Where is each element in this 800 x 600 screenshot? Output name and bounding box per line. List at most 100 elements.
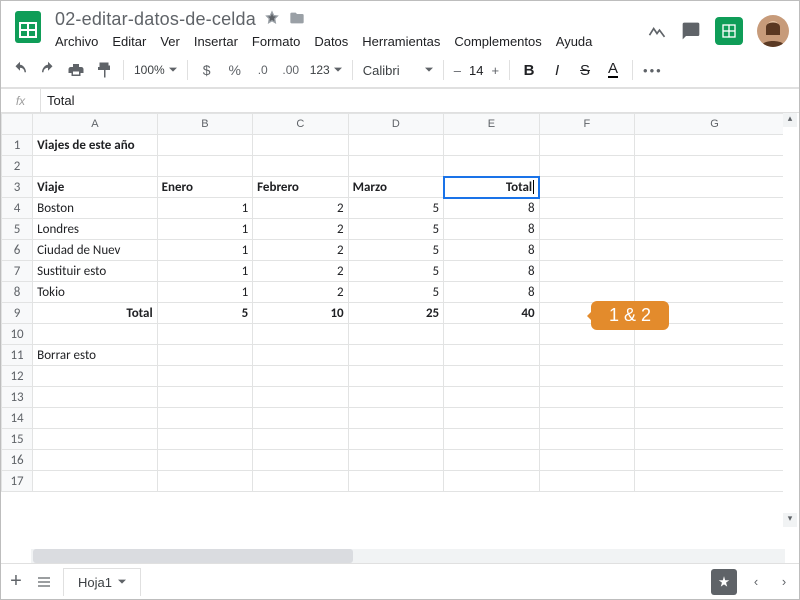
menu-formato[interactable]: Formato bbox=[252, 34, 300, 49]
menu-ayuda[interactable]: Ayuda bbox=[556, 34, 593, 49]
cell-C12[interactable] bbox=[253, 366, 348, 387]
row-header-13[interactable]: 13 bbox=[2, 387, 33, 408]
dec-decrease-icon[interactable]: .0 bbox=[254, 63, 272, 77]
paint-format-icon[interactable] bbox=[95, 61, 113, 79]
cell-F17[interactable] bbox=[539, 471, 634, 492]
cell-G6[interactable] bbox=[635, 240, 795, 261]
cell-A6[interactable]: Ciudad de Nuev bbox=[33, 240, 158, 261]
cell-B15[interactable] bbox=[157, 429, 252, 450]
cell-D3[interactable]: Marzo bbox=[348, 177, 443, 198]
cell-G3[interactable] bbox=[635, 177, 795, 198]
cell-E5[interactable]: 8 bbox=[444, 219, 539, 240]
cell-A11[interactable]: Borrar esto bbox=[33, 345, 158, 366]
cell-F14[interactable] bbox=[539, 408, 634, 429]
star-icon[interactable] bbox=[264, 10, 280, 29]
cell-D12[interactable] bbox=[348, 366, 443, 387]
cell-F15[interactable] bbox=[539, 429, 634, 450]
cell-C17[interactable] bbox=[253, 471, 348, 492]
row-header-15[interactable]: 15 bbox=[2, 429, 33, 450]
cell-F8[interactable] bbox=[539, 282, 634, 303]
cell-G5[interactable] bbox=[635, 219, 795, 240]
tab-scroll-left-icon[interactable]: ‹ bbox=[747, 574, 765, 589]
cell-A16[interactable] bbox=[33, 450, 158, 471]
cell-C3[interactable]: Febrero bbox=[253, 177, 348, 198]
italic-button[interactable]: I bbox=[548, 62, 566, 79]
cell-D14[interactable] bbox=[348, 408, 443, 429]
comments-icon[interactable] bbox=[681, 21, 701, 41]
row-header-2[interactable]: 2 bbox=[2, 156, 33, 177]
cell-D9[interactable]: 25 bbox=[348, 303, 443, 324]
menu-editar[interactable]: Editar bbox=[112, 34, 146, 49]
cell-D10[interactable] bbox=[348, 324, 443, 345]
number-format-select[interactable]: 123 bbox=[310, 63, 342, 77]
cell-G17[interactable] bbox=[635, 471, 795, 492]
row-header-4[interactable]: 4 bbox=[2, 198, 33, 219]
cell-A8[interactable]: Tokio bbox=[33, 282, 158, 303]
cell-B17[interactable] bbox=[157, 471, 252, 492]
cell-B4[interactable]: 1 bbox=[157, 198, 252, 219]
cell-E1[interactable] bbox=[444, 135, 539, 156]
redo-icon[interactable] bbox=[39, 61, 57, 79]
cell-A15[interactable] bbox=[33, 429, 158, 450]
explore-button[interactable] bbox=[711, 569, 737, 595]
cell-F4[interactable] bbox=[539, 198, 634, 219]
cell-E6[interactable]: 8 bbox=[444, 240, 539, 261]
cell-B5[interactable]: 1 bbox=[157, 219, 252, 240]
cell-B2[interactable] bbox=[157, 156, 252, 177]
cell-C7[interactable]: 2 bbox=[253, 261, 348, 282]
folder-icon[interactable] bbox=[288, 10, 306, 29]
dec-increase-icon[interactable]: .00 bbox=[282, 63, 300, 77]
cell-A13[interactable] bbox=[33, 387, 158, 408]
text-color-button[interactable]: A bbox=[604, 62, 622, 78]
cell-G11[interactable] bbox=[635, 345, 795, 366]
cell-D4[interactable]: 5 bbox=[348, 198, 443, 219]
cell-C10[interactable] bbox=[253, 324, 348, 345]
cell-G14[interactable] bbox=[635, 408, 795, 429]
cell-A7[interactable]: Sustituir esto bbox=[33, 261, 158, 282]
row-header-7[interactable]: 7 bbox=[2, 261, 33, 282]
cell-E2[interactable] bbox=[444, 156, 539, 177]
horizontal-scrollbar[interactable] bbox=[31, 549, 785, 563]
row-header-9[interactable]: 9 bbox=[2, 303, 33, 324]
cell-C5[interactable]: 2 bbox=[253, 219, 348, 240]
sheet-tab[interactable]: Hoja1 bbox=[63, 568, 141, 596]
cell-B7[interactable]: 1 bbox=[157, 261, 252, 282]
undo-icon[interactable] bbox=[11, 61, 29, 79]
cell-F9[interactable] bbox=[539, 303, 634, 324]
zoom-select[interactable]: 100% bbox=[134, 63, 177, 77]
cell-E7[interactable]: 8 bbox=[444, 261, 539, 282]
cell-C14[interactable] bbox=[253, 408, 348, 429]
cell-F2[interactable] bbox=[539, 156, 634, 177]
cell-B10[interactable] bbox=[157, 324, 252, 345]
cell-G4[interactable] bbox=[635, 198, 795, 219]
cell-A9[interactable]: Total bbox=[33, 303, 158, 324]
cell-B11[interactable] bbox=[157, 345, 252, 366]
cell-C15[interactable] bbox=[253, 429, 348, 450]
cell-B13[interactable] bbox=[157, 387, 252, 408]
cell-F12[interactable] bbox=[539, 366, 634, 387]
row-header-8[interactable]: 8 bbox=[2, 282, 33, 303]
row-header-12[interactable]: 12 bbox=[2, 366, 33, 387]
cell-D11[interactable] bbox=[348, 345, 443, 366]
cell-A2[interactable] bbox=[33, 156, 158, 177]
cell-A10[interactable] bbox=[33, 324, 158, 345]
row-header-6[interactable]: 6 bbox=[2, 240, 33, 261]
cell-E9[interactable]: 40 bbox=[444, 303, 539, 324]
col-header-G[interactable]: G bbox=[635, 114, 795, 135]
cell-B16[interactable] bbox=[157, 450, 252, 471]
col-header-F[interactable]: F bbox=[539, 114, 634, 135]
row-header-14[interactable]: 14 bbox=[2, 408, 33, 429]
print-icon[interactable] bbox=[67, 61, 85, 79]
cell-D7[interactable]: 5 bbox=[348, 261, 443, 282]
strike-button[interactable]: S bbox=[576, 62, 594, 79]
font-select[interactable]: Calibri bbox=[363, 63, 433, 78]
cell-F10[interactable] bbox=[539, 324, 634, 345]
cell-F1[interactable] bbox=[539, 135, 634, 156]
cell-B3[interactable]: Enero bbox=[157, 177, 252, 198]
cell-A5[interactable]: Londres bbox=[33, 219, 158, 240]
cell-G13[interactable] bbox=[635, 387, 795, 408]
cell-B12[interactable] bbox=[157, 366, 252, 387]
cell-E13[interactable] bbox=[444, 387, 539, 408]
menu-datos[interactable]: Datos bbox=[314, 34, 348, 49]
cell-D16[interactable] bbox=[348, 450, 443, 471]
